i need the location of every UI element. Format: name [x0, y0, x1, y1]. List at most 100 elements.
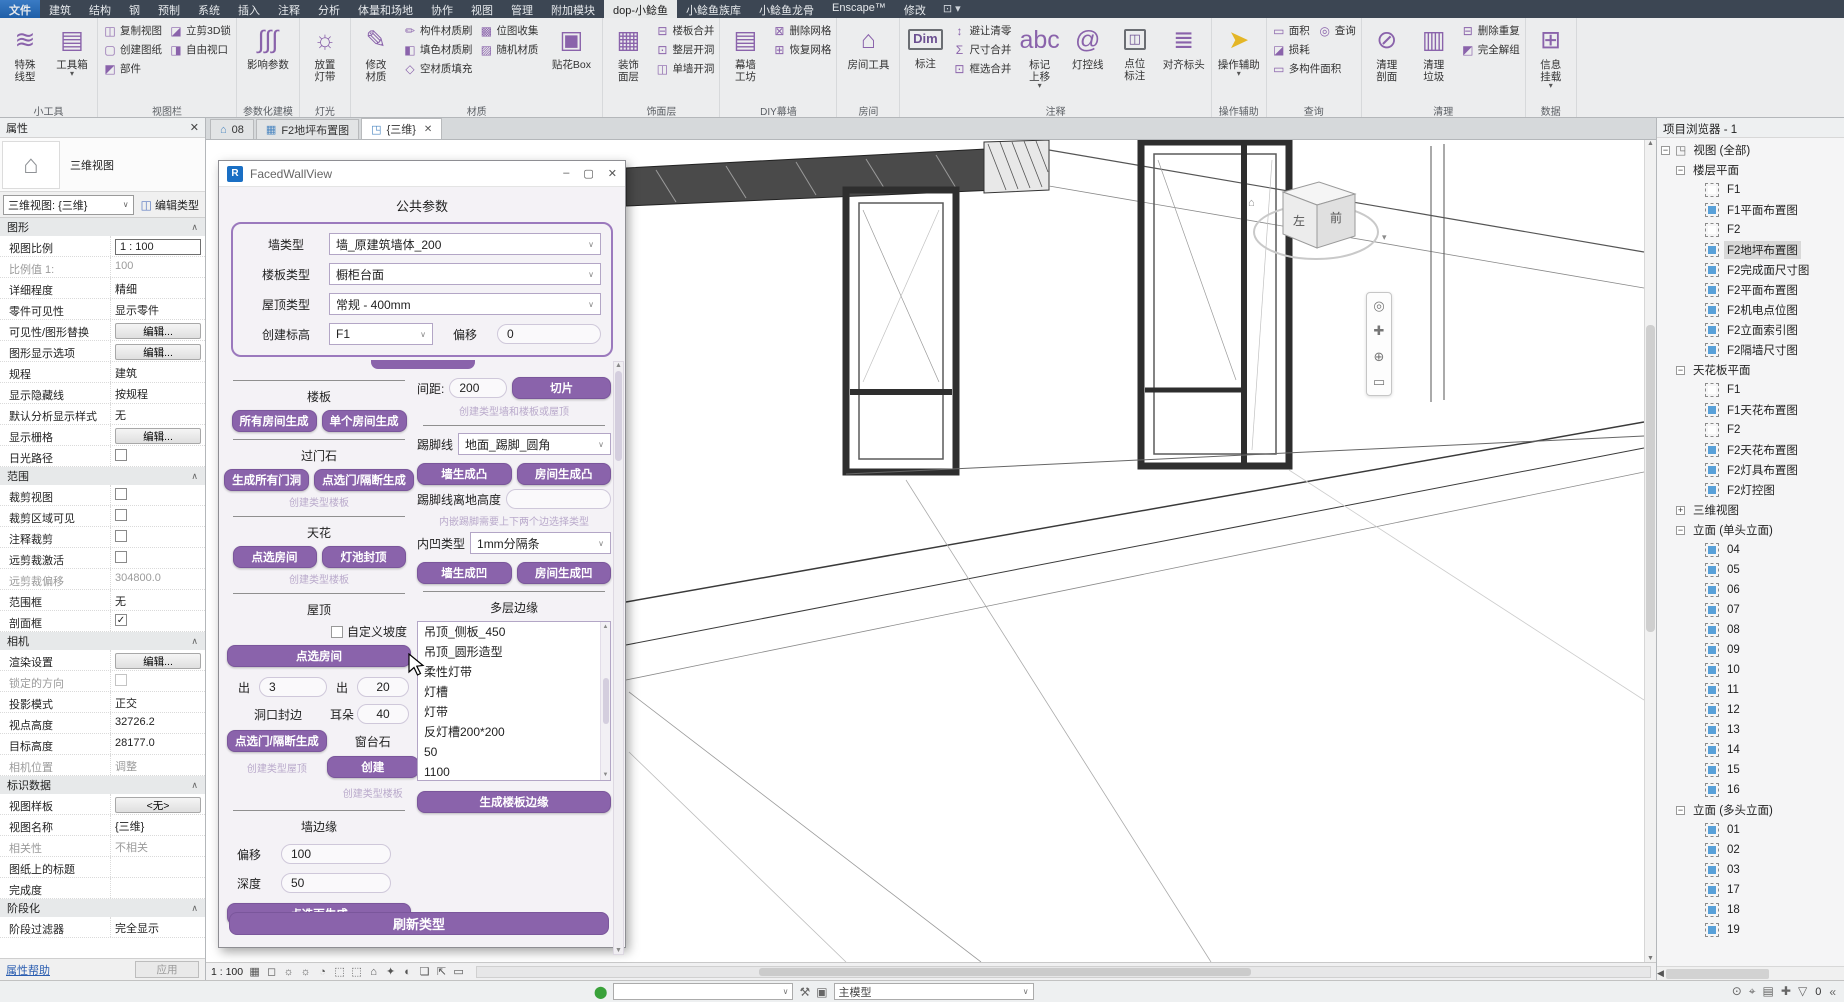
workset-combo[interactable]: ∨: [613, 983, 793, 1000]
roof-pick-room-button[interactable]: 点选房间: [227, 645, 411, 667]
special-linetype-button[interactable]: ≋特殊 线型: [3, 20, 47, 84]
wall-edge-depth-input[interactable]: 50: [281, 873, 391, 893]
ear-input[interactable]: 40: [357, 704, 409, 724]
tree-item[interactable]: 05: [1657, 560, 1844, 580]
property-value[interactable]: 1 : 100: [110, 236, 205, 256]
skirting-height-input[interactable]: [506, 489, 611, 509]
offset-input[interactable]: 0: [497, 324, 601, 344]
tree-item[interactable]: 06: [1657, 580, 1844, 600]
single-wall-opening-button[interactable]: ◫单墙开洞: [653, 60, 716, 77]
finish-layer-button[interactable]: ▦装饰 面层: [606, 20, 650, 84]
room-concave-button[interactable]: 房间生成凹: [517, 562, 612, 584]
tree-item[interactable]: 11: [1657, 680, 1844, 700]
nav-options-icon[interactable]: ▭: [1373, 374, 1385, 390]
create-sheet-button[interactable]: ▢创建图纸: [101, 41, 164, 58]
multilayer-edge-item[interactable]: 1100: [418, 762, 610, 781]
property-value[interactable]: 编辑...: [110, 320, 205, 340]
property-checkbox[interactable]: [115, 488, 127, 500]
tree-item[interactable]: 07: [1657, 600, 1844, 620]
zoom-icon[interactable]: ⊕: [1374, 349, 1385, 365]
menu-more-button[interactable]: ⊡ ▾: [935, 0, 969, 18]
delete-duplicate-button[interactable]: ⊟删除重复: [1459, 22, 1522, 39]
property-value[interactable]: [110, 527, 205, 547]
clean-section-button[interactable]: ⊘清理 剖面: [1365, 20, 1409, 84]
tree-expander[interactable]: −: [1676, 366, 1685, 375]
spacing-input[interactable]: 200: [449, 378, 507, 398]
tree-item[interactable]: F1: [1657, 380, 1844, 400]
generate-all-door-openings-button[interactable]: 生成所有门洞: [224, 469, 309, 491]
property-value[interactable]: 显示零件: [110, 299, 205, 319]
menu-tab[interactable]: dop-小鲶鱼: [604, 0, 677, 18]
close-dialog-button[interactable]: ✕: [608, 167, 617, 180]
room-convex-button[interactable]: 房间生成凸: [517, 463, 612, 485]
info-mount-button[interactable]: ⊞信息 挂载▾: [1529, 20, 1573, 90]
editing-requests-icon[interactable]: ⚒: [799, 985, 810, 999]
maximize-button[interactable]: ▢: [583, 167, 593, 180]
wall-concave-button[interactable]: 墙生成凹: [417, 562, 512, 584]
filter-icon[interactable]: ▽: [1798, 984, 1807, 999]
tree-item[interactable]: −楼层平面: [1657, 160, 1844, 180]
crop-region-icon[interactable]: ⬚: [349, 965, 364, 979]
scroll-up-icon[interactable]: ▲: [615, 362, 622, 369]
generate-all-rooms-button[interactable]: 所有房间生成: [232, 410, 317, 432]
collapse-chevron-icon[interactable]: ∧: [191, 471, 198, 482]
out2-input[interactable]: 20: [357, 677, 409, 697]
edit-type-button[interactable]: ◫ 编辑类型: [138, 195, 202, 215]
tree-item[interactable]: 01: [1657, 820, 1844, 840]
menu-tab[interactable]: 管理: [502, 0, 542, 18]
drag-element-icon[interactable]: ✚: [1781, 984, 1791, 999]
multilayer-edge-item[interactable]: 反灯槽200*200: [418, 722, 610, 742]
tree-item[interactable]: F2天花布置图: [1657, 440, 1844, 460]
type-selector-combo[interactable]: 三维视图: {三维} ∨: [3, 195, 134, 215]
property-edit-button[interactable]: <无>: [115, 797, 201, 813]
area-button[interactable]: ▭面积: [1270, 22, 1312, 39]
whole-floor-opening-button[interactable]: ⊡整层开洞: [653, 41, 716, 58]
scroll-left-icon[interactable]: ◀: [1657, 968, 1664, 979]
roof-pick-door-button[interactable]: 点选门/隔断生成: [227, 730, 327, 752]
tree-item[interactable]: F2立面索引图: [1657, 320, 1844, 340]
crop-view-icon[interactable]: ⬚: [332, 965, 347, 979]
scroll-down-icon[interactable]: ▼: [615, 947, 622, 954]
menu-tab[interactable]: 注释: [269, 0, 309, 18]
section-3d-lock-button[interactable]: ◪立剪3D锁: [167, 22, 233, 39]
tree-item[interactable]: 13: [1657, 720, 1844, 740]
property-value[interactable]: 正交: [110, 692, 205, 712]
place-light-strip-button[interactable]: ☼放置 灯带: [303, 20, 347, 84]
collapse-panel-icon[interactable]: «: [1829, 985, 1836, 999]
property-value[interactable]: [110, 506, 205, 526]
empty-material-fill-button[interactable]: ◇空材质填充: [401, 60, 475, 77]
multi-component-area-button[interactable]: ▭多构件面积: [1270, 60, 1344, 77]
constraints-icon[interactable]: ▭: [451, 965, 466, 979]
multilayer-edge-item[interactable]: 50: [418, 742, 610, 762]
property-value[interactable]: 100: [110, 257, 205, 277]
box-select-merge-button[interactable]: ⊡框选合并: [950, 60, 1013, 77]
out1-input[interactable]: 3: [259, 677, 327, 697]
property-value[interactable]: {三维}: [110, 815, 205, 835]
tree-item[interactable]: 17: [1657, 880, 1844, 900]
property-checkbox[interactable]: [115, 674, 127, 686]
tree-item[interactable]: F1平面布置图: [1657, 200, 1844, 220]
property-value[interactable]: 编辑...: [110, 650, 205, 670]
tree-item[interactable]: 16: [1657, 780, 1844, 800]
property-value[interactable]: [110, 548, 205, 568]
menu-tab[interactable]: 附加模块: [542, 0, 604, 18]
tree-item[interactable]: F2平面布置图: [1657, 280, 1844, 300]
multilayer-edge-list[interactable]: 吊顶_侧板_450吊顶_圆形造型柔性灯带灯槽灯带反灯槽200*200501100…: [417, 621, 611, 781]
query-button[interactable]: ◎查询: [1316, 22, 1358, 39]
menu-tab[interactable]: 分析: [309, 0, 349, 18]
tree-expander[interactable]: −: [1676, 806, 1685, 815]
tree-item[interactable]: F1: [1657, 180, 1844, 200]
tree-item[interactable]: 04: [1657, 540, 1844, 560]
align-header-button[interactable]: ≣对齐标头: [1160, 20, 1208, 72]
property-edit-button[interactable]: 编辑...: [115, 323, 201, 339]
property-value[interactable]: 无: [110, 404, 205, 424]
full-ungroup-button[interactable]: ◩完全解组: [1459, 41, 1522, 58]
multilayer-edge-item[interactable]: 灯槽: [418, 682, 610, 702]
menu-tab[interactable]: 建筑: [40, 0, 80, 18]
bitmap-collect-button[interactable]: ▩位图收集: [477, 22, 540, 39]
pick-door-partition-button[interactable]: 点选门/隔断生成: [314, 469, 414, 491]
skirting-combo[interactable]: 地面_踢脚_圆角∨: [458, 433, 611, 455]
point-annotation-button[interactable]: ◫点位 标注: [1113, 20, 1157, 83]
visual-style-icon[interactable]: ◻: [264, 965, 279, 979]
property-checkbox[interactable]: ✓: [115, 614, 127, 626]
